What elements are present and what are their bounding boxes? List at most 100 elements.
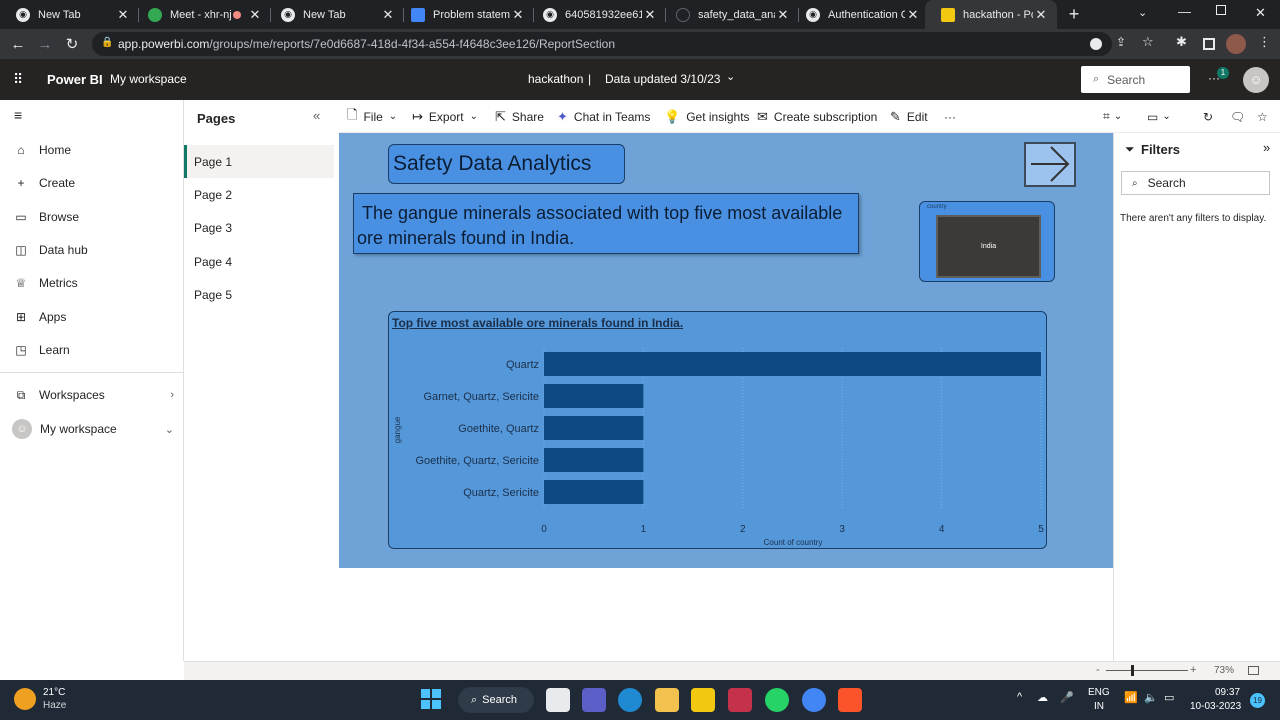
file-explorer-icon[interactable] [655,688,679,712]
page-tab-4[interactable]: Page 4 [184,245,334,278]
navigation-arrow-button[interactable] [1024,142,1076,187]
close-window-button[interactable]: ✕ [1255,5,1266,21]
teams-chat-icon[interactable] [582,688,606,712]
page-tab-3[interactable]: Page 3 [184,211,334,244]
fit-to-page-icon[interactable] [1248,666,1259,675]
filters-search-input[interactable]: ⌕ Search [1121,171,1270,195]
page-tab-1[interactable]: Page 1 [184,145,334,178]
minimize-button[interactable]: — [1178,4,1191,19]
chrome-taskbar-icon[interactable] [802,688,826,712]
brave-icon[interactable] [838,688,862,712]
share-page-icon[interactable]: ⇪ [1116,35,1126,49]
bar[interactable] [544,480,644,504]
close-tab-icon[interactable]: ✕ [905,7,921,23]
weather-temperature[interactable]: 21°C [43,687,65,698]
bar-chart-visual[interactable]: Top five most available ore minerals fou… [388,311,1047,549]
report-name[interactable]: hackathon [528,72,583,86]
expand-filters-icon[interactable]: » [1263,140,1270,155]
forward-button[interactable]: → [35,34,55,54]
workspace-breadcrumb[interactable]: My workspace [110,72,187,86]
page-tab-2[interactable]: Page 2 [184,178,334,211]
zoom-slider-thumb[interactable] [1131,665,1134,676]
side-panel-icon[interactable] [1203,38,1215,50]
close-tab-icon[interactable]: ✕ [115,7,131,23]
zoom-out-button[interactable]: - [1096,664,1100,676]
camera-app-icon[interactable] [728,688,752,712]
browser-tab[interactable]: Meet - xhr-nj ✕ [132,0,271,29]
nav-item-learn[interactable]: ◳ Learn [14,340,69,360]
profile-avatar[interactable] [1226,34,1246,54]
nav-item-my-workspace[interactable]: ☺ My workspace ⌄ [12,419,174,439]
google-lens-icon[interactable] [1090,38,1102,50]
microphone-icon[interactable]: 🎤 [1060,691,1074,704]
share-button[interactable]: ⇱ Share [495,108,544,125]
collapse-pane-icon[interactable]: « [313,108,320,123]
clock-time[interactable]: 09:37 [1215,687,1240,698]
app-launcher-icon[interactable]: ⠿ [13,71,24,88]
nav-item-apps[interactable]: ⊞ Apps [14,307,66,327]
app-name[interactable]: Power BI [47,72,103,87]
back-button[interactable]: ← [8,34,28,54]
new-tab-button[interactable]: + [1064,4,1084,24]
slicer-value-tile[interactable]: India [936,215,1041,278]
zoom-in-button[interactable]: + [1190,664,1196,676]
page-tab-5[interactable]: Page 5 [184,278,334,311]
create-subscription-button[interactable]: ✉ Create subscription [757,108,877,125]
close-tab-icon[interactable]: ✕ [380,7,396,23]
browser-tab[interactable]: safety_data_analy ✕ [660,0,799,29]
battery-icon[interactable]: ▭ [1164,691,1174,704]
chrome-menu-icon[interactable]: ⋮ [1258,34,1271,50]
nav-item-create[interactable]: + Create [14,173,75,193]
extensions-icon[interactable]: ✱ [1176,34,1187,50]
browser-tab[interactable]: ◉ New Tab ✕ [0,0,139,29]
file-menu-button[interactable]: 🗋 File ⌄ [347,107,397,125]
more-options-button[interactable]: ··· [944,108,956,125]
account-avatar[interactable]: ☺ [1243,67,1269,93]
close-tab-icon[interactable]: ✕ [775,7,791,23]
refresh-icon[interactable]: ↻ [1203,108,1213,125]
taskbar-search-button[interactable]: ⌕ Search [458,687,534,713]
browser-tab-active[interactable]: hackathon - Powe ✕ [925,0,1057,29]
volume-icon[interactable]: 🔈 [1144,691,1158,704]
reload-button[interactable]: ↻ [62,34,82,54]
nav-item-browse[interactable]: ▭ Browse [14,207,79,227]
powerbi-desktop-icon[interactable] [691,688,715,712]
nav-item-metrics[interactable]: ♕ Metrics [14,273,78,293]
edit-button[interactable]: ✎ Edit [890,108,928,125]
windows-start-icon[interactable] [421,689,441,709]
get-insights-button[interactable]: 💡 Get insights [664,108,750,125]
close-tab-icon[interactable]: ✕ [510,7,526,23]
data-updated-label[interactable]: Data updated 3/10/23 [605,72,720,86]
edge-icon[interactable] [618,688,642,712]
close-tab-icon[interactable]: ✕ [247,7,263,23]
chat-in-teams-button[interactable]: ✦ Chat in Teams [557,108,650,125]
bar[interactable] [544,448,644,472]
bookmark-icon[interactable]: ⌗ ⌄ [1103,108,1122,125]
nav-item-workspaces[interactable]: ⧉ Workspaces › [14,385,174,405]
zoom-slider[interactable] [1106,670,1188,671]
tab-search-icon[interactable]: ⌄ [1138,6,1147,19]
hamburger-menu-icon[interactable]: ≡ [14,107,22,123]
browser-tab[interactable]: ◉ 640581932ee61_ ✕ [527,0,666,29]
chevron-down-icon[interactable]: ⌄ [726,70,735,83]
browser-tab[interactable]: Problem stateme ✕ [395,0,534,29]
view-icon[interactable]: ▭ ⌄ [1147,108,1171,125]
bookmark-star-icon[interactable]: ☆ [1142,34,1154,50]
wifi-icon[interactable]: 📶 [1124,691,1138,704]
bar[interactable] [544,384,644,408]
show-hidden-icons[interactable]: ^ [1017,691,1022,703]
country-slicer[interactable]: country India [919,201,1055,282]
language-top[interactable]: ENG [1088,687,1110,698]
close-tab-icon[interactable]: ✕ [1033,7,1049,23]
favorite-star-icon[interactable]: ☆ [1257,108,1268,125]
whatsapp-icon[interactable] [765,688,789,712]
weather-sun-icon[interactable] [14,688,36,710]
task-view-icon[interactable] [546,688,570,712]
close-tab-icon[interactable]: ✕ [642,7,658,23]
notification-center-badge[interactable]: 19 [1250,693,1265,708]
nav-item-home[interactable]: ⌂ Home [14,140,71,160]
bar[interactable] [544,416,644,440]
bar[interactable] [544,352,1041,376]
onedrive-icon[interactable]: ☁ [1037,691,1048,704]
browser-tab[interactable]: ◉ Authentication Co ✕ [790,0,929,29]
